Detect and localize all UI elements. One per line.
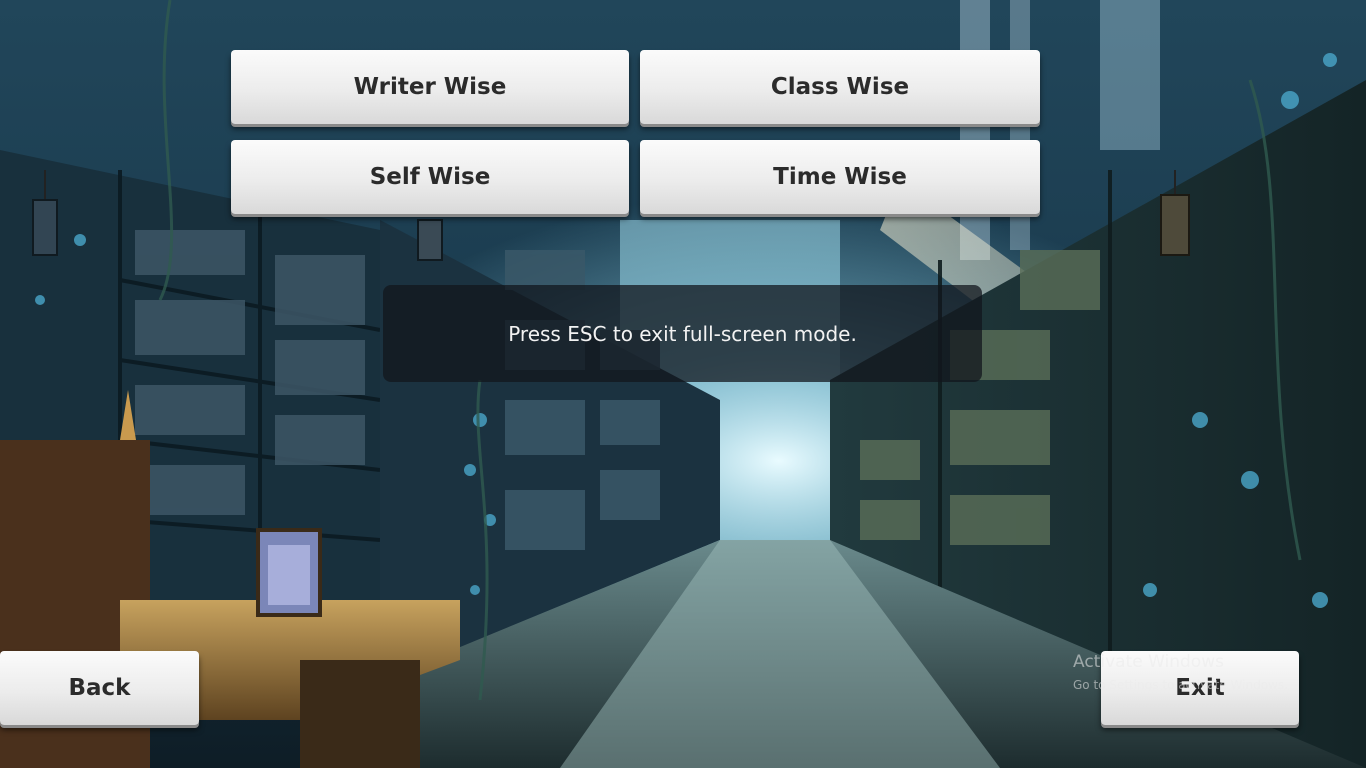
back-button[interactable]: Back xyxy=(0,651,199,725)
exit-button[interactable]: Exit xyxy=(1101,651,1299,725)
class-wise-button[interactable]: Class Wise xyxy=(640,50,1040,124)
time-wise-button[interactable]: Time Wise xyxy=(640,140,1040,214)
self-wise-button[interactable]: Self Wise xyxy=(231,140,629,214)
writer-wise-button[interactable]: Writer Wise xyxy=(231,50,629,124)
fullscreen-exit-notice: Press ESC to exit full-screen mode. xyxy=(383,285,982,382)
app-window: Writer Wise Class Wise Self Wise Time Wi… xyxy=(0,0,1366,768)
fullscreen-notice-text: Press ESC to exit full-screen mode. xyxy=(508,321,857,346)
